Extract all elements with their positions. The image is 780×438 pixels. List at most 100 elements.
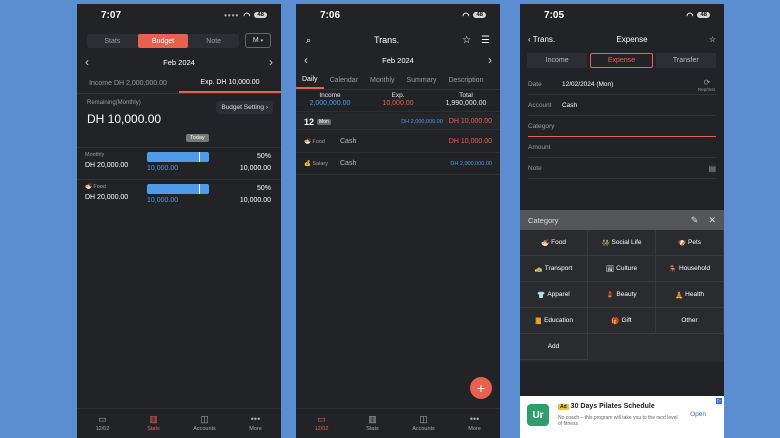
day-number: 12 bbox=[304, 116, 315, 127]
today-line bbox=[199, 184, 200, 194]
tab-income[interactable]: Income DH 2,000,000.00 bbox=[77, 74, 179, 93]
status-time: 7:07 bbox=[101, 9, 122, 21]
category-field[interactable]: Category bbox=[528, 117, 716, 137]
category-item-gift[interactable]: 🎁 Gift bbox=[588, 308, 656, 334]
repeat-icon: ⟳ bbox=[703, 77, 711, 87]
category-item-beauty[interactable]: 💄 Beauty bbox=[588, 282, 656, 308]
budget-spent: 10,000.00 bbox=[147, 197, 179, 204]
category-item-add[interactable]: Add bbox=[520, 334, 588, 360]
nav-stats[interactable]: ▥ Stats bbox=[128, 409, 179, 438]
status-bar: 7:07 •••• ◠ 48 bbox=[77, 4, 281, 26]
tab-expense[interactable]: Exp. DH 10,000.00 bbox=[179, 74, 281, 93]
ad-tag: Ad bbox=[558, 404, 569, 410]
nav-accounts[interactable]: ◫ Accounts bbox=[398, 409, 449, 438]
tab-stats[interactable]: Stats bbox=[87, 34, 138, 48]
tab-expense[interactable]: Expense bbox=[590, 53, 653, 68]
health-icon: 🧘 bbox=[675, 291, 684, 299]
tab-calendar[interactable]: Calendar bbox=[324, 72, 364, 89]
beauty-icon: 💄 bbox=[606, 291, 615, 299]
amount-field[interactable]: Amount bbox=[528, 138, 716, 158]
stats-segment: Stats Budget Note bbox=[87, 34, 239, 48]
ad-open-button[interactable]: Open bbox=[690, 411, 706, 418]
budget-total: 10,000.00 bbox=[239, 197, 271, 204]
accounts-icon: ◫ bbox=[419, 414, 428, 424]
wifi-icon: ◠ bbox=[462, 10, 470, 20]
category-item-health[interactable]: 🧘 Health bbox=[656, 282, 724, 308]
repeat-button[interactable]: ⟳ Rep/Inst. bbox=[698, 78, 716, 92]
date-field[interactable]: Date 12/02/2024 (Mon) ⟳ Rep/Inst. bbox=[528, 75, 716, 95]
category-item-social-life[interactable]: 👫 Social Life bbox=[588, 230, 656, 256]
today-marker: Today bbox=[186, 134, 209, 142]
period-dropdown[interactable]: M ▾ bbox=[245, 33, 271, 48]
tab-note[interactable]: Note bbox=[188, 34, 239, 48]
transaction-row[interactable]: 💰 Salary Cash DH 2,000,000.00 bbox=[296, 153, 500, 175]
day-income: DH 2,000,000.00 bbox=[401, 118, 443, 125]
star-icon[interactable]: ☆ bbox=[462, 35, 471, 46]
chevron-down-icon: ▾ bbox=[260, 37, 264, 44]
filter-icon[interactable]: ☰ bbox=[481, 35, 490, 46]
nav-stats[interactable]: ▥ Stats bbox=[347, 409, 398, 438]
today-line bbox=[199, 152, 200, 162]
note-icon[interactable]: ▤ bbox=[708, 164, 716, 173]
tab-summary[interactable]: Summary bbox=[401, 72, 443, 89]
gift-icon: 🎁 bbox=[611, 317, 620, 325]
category-item-culture[interactable]: 🖼 Culture bbox=[588, 256, 656, 282]
nav-more[interactable]: ••• More bbox=[449, 409, 500, 438]
prev-month-icon[interactable]: ‹ bbox=[85, 55, 89, 69]
nav-accounts[interactable]: ◫ Accounts bbox=[179, 409, 230, 438]
weekday-badge: Mon bbox=[317, 118, 331, 125]
note-field[interactable]: Note ▤ bbox=[528, 159, 716, 179]
category-picker: Category ✎ ✕ 🍜 Food 👫 Social Life 🐶 Pets 🚕 Trans… bbox=[520, 210, 724, 362]
tab-daily[interactable]: Daily bbox=[296, 72, 324, 89]
money-bag-icon: 💰 bbox=[304, 160, 311, 167]
tab-monthly[interactable]: Monthly bbox=[364, 72, 401, 89]
transaction-row[interactable]: 🍜 Food Cash DH 10,000.00 bbox=[296, 131, 500, 153]
page-title: Trans. bbox=[373, 35, 400, 45]
day-header[interactable]: 12 Mon DH 2,000,000.00 DH 10,000.00 bbox=[296, 114, 500, 130]
nav-trans[interactable]: ▭ 12/02 bbox=[296, 409, 347, 438]
battery-icon: 48 bbox=[254, 12, 267, 18]
add-transaction-button[interactable]: + bbox=[470, 377, 492, 399]
account-field[interactable]: Account Cash bbox=[528, 96, 716, 116]
search-icon[interactable]: ⌕ bbox=[306, 35, 311, 46]
next-month-icon[interactable]: › bbox=[488, 53, 492, 67]
budget-setting-button[interactable]: Budget Setting › bbox=[216, 101, 273, 114]
category-item-apparel[interactable]: 👕 Apparel bbox=[520, 282, 588, 308]
remaining-amount: DH 10,000.00 bbox=[87, 112, 162, 126]
stats-icon: ▥ bbox=[149, 414, 158, 424]
category-picker-header: Category ✎ ✕ bbox=[520, 210, 724, 230]
education-icon: 📙 bbox=[533, 317, 543, 325]
category-item-transport[interactable]: 🚕 Transport bbox=[520, 256, 588, 282]
star-icon[interactable]: ☆ bbox=[709, 35, 716, 44]
back-button[interactable]: ‹ Trans. bbox=[528, 35, 555, 44]
pets-icon: 🐶 bbox=[677, 239, 687, 247]
budget-amount: DH 20,000.00 bbox=[85, 162, 129, 169]
household-icon: 🪑 bbox=[668, 265, 677, 273]
tab-transfer[interactable]: Transfer bbox=[655, 53, 716, 68]
expense-header: ‹ Trans. Expense ☆ bbox=[520, 30, 724, 48]
wifi-icon: ◠ bbox=[243, 10, 251, 20]
ad-info-icon[interactable]: ▷ bbox=[716, 398, 722, 404]
next-month-icon[interactable]: › bbox=[269, 55, 273, 69]
category-item-food[interactable]: 🍜 Food bbox=[520, 230, 588, 256]
more-icon: ••• bbox=[469, 414, 480, 424]
status-time: 7:06 bbox=[320, 9, 341, 21]
category-item-other[interactable]: Other bbox=[656, 308, 724, 334]
tab-description[interactable]: Description bbox=[442, 72, 489, 89]
trans-header: ⌕ Trans. ☆ ☰ bbox=[296, 30, 500, 50]
budget-row[interactable]: 🍜 Food DH 20,000.00 50% 10,000.00 10,000… bbox=[77, 179, 281, 211]
tab-income[interactable]: Income bbox=[527, 53, 588, 68]
prev-month-icon[interactable]: ‹ bbox=[304, 53, 308, 67]
category-item-pets[interactable]: 🐶 Pets bbox=[656, 230, 724, 256]
category-item-household[interactable]: 🪑 Household bbox=[656, 256, 724, 282]
tab-budget[interactable]: Budget bbox=[137, 34, 189, 48]
ad-banner[interactable]: Ur Ad 30 Days Pilates Schedule No coach –… bbox=[520, 396, 724, 438]
battery-icon: 48 bbox=[473, 12, 486, 18]
nav-trans[interactable]: ▭ 12/02 bbox=[77, 409, 128, 438]
close-icon[interactable]: ✕ bbox=[708, 215, 716, 226]
nav-more[interactable]: ••• More bbox=[230, 409, 281, 438]
edit-icon[interactable]: ✎ bbox=[691, 215, 699, 226]
food-icon: 🍜 bbox=[304, 138, 311, 145]
budget-row[interactable]: Monthly DH 20,000.00 50% 10,000.00 10,00… bbox=[77, 147, 281, 179]
category-item-education[interactable]: 📙 Education bbox=[520, 308, 588, 334]
